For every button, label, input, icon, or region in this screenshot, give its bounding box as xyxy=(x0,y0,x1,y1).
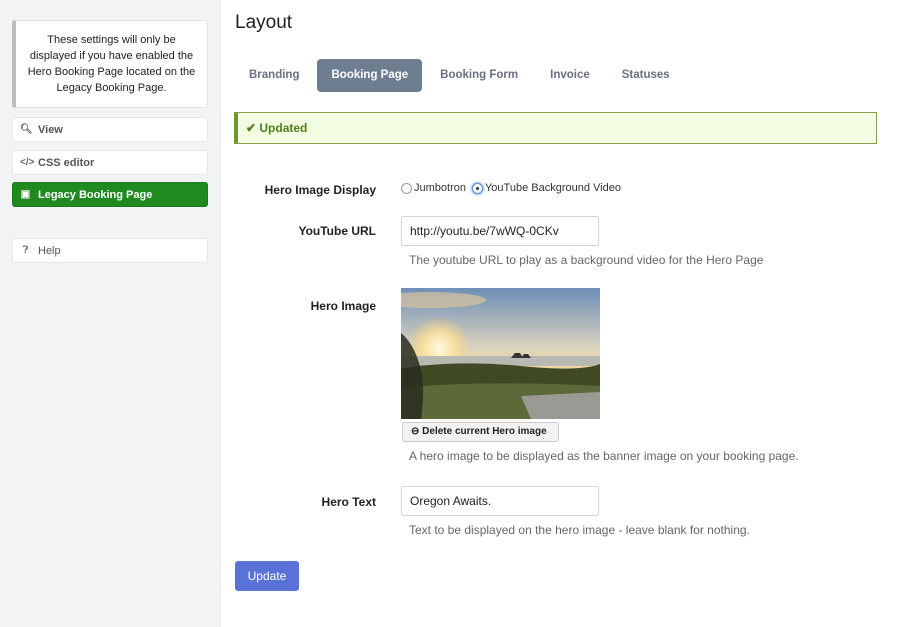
sidebar-item-help[interactable]: ❓︎ Help xyxy=(12,238,208,263)
tab-bar: Branding Booking Page Booking Form Invoi… xyxy=(235,59,688,92)
youtube-url-label: YouTube URL xyxy=(298,224,376,238)
hero-image-help: A hero image to be displayed as the bann… xyxy=(409,449,799,463)
success-alert: ✔ Updated xyxy=(234,112,877,144)
delete-hero-image-button[interactable]: ⊖ Delete current Hero image xyxy=(402,422,559,442)
sidebar-item-label: View xyxy=(38,123,63,136)
info-note: These settings will only be displayed if… xyxy=(12,20,208,108)
update-button[interactable]: Update xyxy=(235,561,299,591)
hero-text-input[interactable]: Oregon Awaits. xyxy=(401,486,599,516)
hero-display-radio-group: Jumbotron YouTube Background Video xyxy=(401,182,621,194)
radio-youtube-background-video[interactable] xyxy=(471,182,483,194)
radio-youtube-label[interactable]: YouTube Background Video xyxy=(485,182,621,194)
youtube-url-help: The youtube URL to play as a background … xyxy=(409,253,764,267)
youtube-url-input[interactable]: http://youtu.be/7wWQ-0CKv xyxy=(401,216,599,246)
tab-statuses[interactable]: Statuses xyxy=(608,59,684,92)
image-icon: ▣ xyxy=(20,189,31,200)
tab-booking-page[interactable]: Booking Page xyxy=(317,59,423,92)
sidebar-item-label: CSS editor xyxy=(38,156,95,169)
code-icon: </> xyxy=(20,157,35,168)
search-icon: 🔍︎ xyxy=(20,124,33,135)
page-title: Layout xyxy=(235,12,293,33)
hero-text-label: Hero Text xyxy=(321,495,376,509)
question-circle-icon: ❓︎ xyxy=(22,245,29,256)
tab-invoice[interactable]: Invoice xyxy=(536,59,604,92)
sidebar-item-css-editor[interactable]: </> CSS editor xyxy=(12,150,208,175)
sidebar-item-label: Legacy Booking Page xyxy=(38,188,153,201)
minus-circle-icon: ⊖ xyxy=(411,426,420,437)
radio-jumbotron-label[interactable]: Jumbotron xyxy=(414,182,466,194)
hero-text-help: Text to be displayed on the hero image -… xyxy=(409,523,750,537)
sidebar: These settings will only be displayed if… xyxy=(0,0,221,627)
tab-booking-form[interactable]: Booking Form xyxy=(426,59,532,92)
delete-hero-image-label: Delete current Hero image xyxy=(422,426,547,437)
tab-branding[interactable]: Branding xyxy=(235,59,313,92)
hero-image-preview xyxy=(401,288,600,419)
hero-display-label: Hero Image Display xyxy=(264,183,376,197)
radio-jumbotron[interactable] xyxy=(401,182,412,194)
sidebar-item-label: Help xyxy=(38,244,61,257)
hero-image-label: Hero Image xyxy=(310,299,376,313)
sidebar-item-view[interactable]: 🔍︎ View xyxy=(12,117,208,142)
